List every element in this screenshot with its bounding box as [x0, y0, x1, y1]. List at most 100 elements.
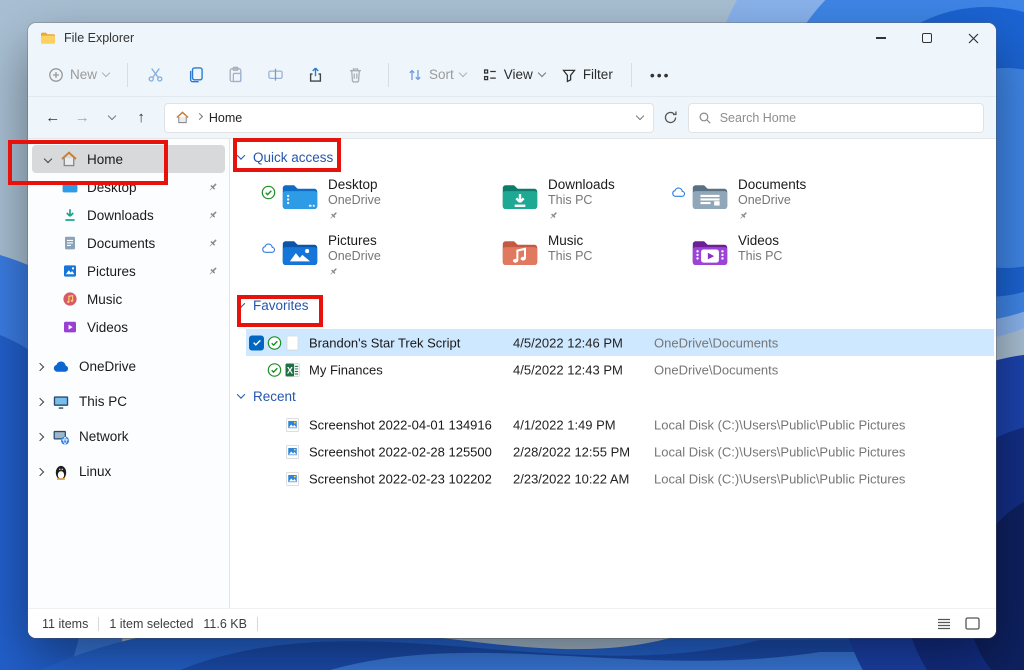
quick-access-tile-downloads[interactable]: Downloads This PC	[481, 176, 693, 226]
file-location: Local Disk (C:)\Users\Public\Public Pict…	[654, 444, 905, 459]
svg-text:X: X	[287, 365, 293, 375]
chevron-down-icon	[107, 112, 115, 120]
tile-location: OneDrive	[328, 193, 381, 208]
section-header-quick-access[interactable]: Quick access	[238, 147, 333, 167]
tile-name: Desktop	[328, 177, 381, 193]
quick-access-tile-music[interactable]: Music This PC	[481, 232, 693, 282]
sidebar-item-videos[interactable]: Videos	[28, 313, 229, 341]
collapse-chevron-icon[interactable]	[28, 364, 52, 370]
sort-label: Sort	[429, 67, 454, 82]
sidebar-item-this-pc[interactable]: This PC	[28, 384, 229, 419]
sidebar-item-network[interactable]: Network	[28, 419, 229, 454]
search-input[interactable]	[720, 111, 974, 125]
collapse-chevron-icon[interactable]	[28, 399, 52, 405]
view-label: View	[504, 67, 533, 82]
file-row-screenshot-2022-02-28[interactable]: Screenshot 2022-02-28 125500 2/28/2022 1…	[246, 438, 994, 465]
view-button[interactable]: View	[474, 61, 553, 89]
sidebar-item-desktop[interactable]: Desktop	[28, 173, 229, 201]
new-button[interactable]: New	[40, 61, 117, 89]
image-file-icon	[284, 416, 301, 433]
home-icon	[175, 110, 190, 125]
chevron-down-icon	[102, 69, 110, 77]
sidebar-item-onedrive[interactable]: OneDrive	[28, 349, 229, 384]
title-bar: File Explorer	[28, 23, 996, 53]
file-row-screenshot-2022-04-01[interactable]: Screenshot 2022-04-01 134916 4/1/2022 1:…	[246, 411, 994, 438]
file-name: Screenshot 2022-02-28 125500	[309, 444, 492, 459]
collapse-chevron-icon[interactable]	[28, 469, 52, 475]
address-bar[interactable]: Home	[164, 103, 654, 133]
music-folder-icon	[501, 237, 539, 268]
pin-icon	[207, 237, 219, 249]
forward-button[interactable]: →	[69, 104, 94, 132]
close-icon	[968, 33, 979, 44]
image-file-icon	[284, 443, 301, 460]
sidebar-item-pictures[interactable]: Pictures	[28, 257, 229, 285]
file-date: 2/23/2022 10:22 AM	[513, 471, 629, 486]
toolbar-divider	[127, 63, 128, 87]
delete-button[interactable]	[338, 60, 372, 90]
paste-button[interactable]	[218, 60, 252, 90]
scissors-icon	[147, 66, 164, 83]
file-row-brandons-star-trek-script[interactable]: Brandon's Star Trek Script 4/5/2022 12:4…	[246, 329, 994, 356]
recent-locations-button[interactable]	[99, 104, 124, 132]
filter-button[interactable]: Filter	[553, 61, 621, 89]
copy-button[interactable]	[178, 60, 212, 90]
sidebar-item-documents[interactable]: Documents	[28, 229, 229, 257]
sidebar-item-home[interactable]: Home	[32, 145, 225, 173]
address-dropdown-chevron[interactable]	[636, 112, 644, 120]
file-name: My Finances	[309, 362, 383, 377]
details-view-button[interactable]	[934, 614, 954, 634]
back-button[interactable]: ←	[40, 104, 65, 132]
close-button[interactable]	[950, 23, 996, 53]
sidebar-item-label: Downloads	[87, 208, 154, 223]
refresh-button[interactable]	[658, 104, 683, 132]
minimize-button[interactable]	[858, 23, 904, 53]
file-row-screenshot-2022-02-23[interactable]: Screenshot 2022-02-23 102202 2/23/2022 1…	[246, 465, 994, 492]
file-location: OneDrive\Documents	[654, 335, 778, 350]
sidebar-item-label: Linux	[79, 464, 111, 479]
minimize-icon	[876, 37, 886, 38]
pictures-icon	[62, 263, 78, 279]
videos-folder-icon	[691, 237, 729, 268]
file-row-my-finances[interactable]: X My Finances 4/5/2022 12:43 PM OneDrive…	[246, 356, 994, 383]
quick-access-tile-desktop[interactable]: Desktop OneDrive	[261, 176, 473, 226]
pin-icon	[328, 266, 339, 277]
desktop: File Explorer New	[0, 0, 1024, 670]
plus-circle-icon	[48, 67, 64, 83]
sort-button[interactable]: Sort	[399, 61, 474, 89]
rename-icon	[267, 66, 284, 83]
tile-text: Desktop OneDrive	[328, 176, 381, 226]
up-button[interactable]: ↑	[128, 104, 153, 132]
sidebar-item-label: Network	[79, 429, 129, 444]
tile-location: This PC	[738, 249, 782, 264]
file-location: Local Disk (C:)\Users\Public\Public Pict…	[654, 417, 905, 432]
expand-chevron-icon[interactable]	[36, 156, 60, 162]
more-options-button[interactable]: •••	[642, 61, 679, 89]
section-header-recent[interactable]: Recent	[238, 386, 296, 406]
row-checkbox[interactable]	[249, 335, 264, 350]
tile-badge	[481, 176, 501, 226]
share-button[interactable]	[298, 60, 332, 90]
large-icons-view-button[interactable]	[962, 614, 982, 634]
sidebar-item-music[interactable]: Music	[28, 285, 229, 313]
quick-access-tile-pictures[interactable]: Pictures OneDrive	[261, 232, 473, 282]
search-box[interactable]	[688, 103, 984, 133]
tile-text: Music This PC	[548, 232, 592, 282]
quick-access-tile-videos[interactable]: Videos This PC	[671, 232, 883, 282]
maximize-icon	[922, 33, 932, 43]
breadcrumb-home[interactable]: Home	[209, 111, 242, 125]
sidebar-item-downloads[interactable]: Downloads	[28, 201, 229, 229]
status-bar: 11 items 1 item selected 11.6 KB	[28, 608, 996, 638]
cut-button[interactable]	[138, 60, 172, 90]
pin-icon	[207, 265, 219, 277]
breadcrumb-separator	[196, 112, 203, 119]
search-icon	[698, 111, 712, 125]
rename-button[interactable]	[258, 60, 292, 90]
status-divider	[257, 617, 258, 631]
section-header-favorites[interactable]: Favorites	[238, 295, 309, 315]
collapse-chevron-icon[interactable]	[28, 434, 52, 440]
command-bar: New	[28, 53, 996, 97]
maximize-button[interactable]	[904, 23, 950, 53]
quick-access-tile-documents[interactable]: Documents OneDrive	[671, 176, 883, 226]
sidebar-item-linux[interactable]: Linux	[28, 454, 229, 489]
